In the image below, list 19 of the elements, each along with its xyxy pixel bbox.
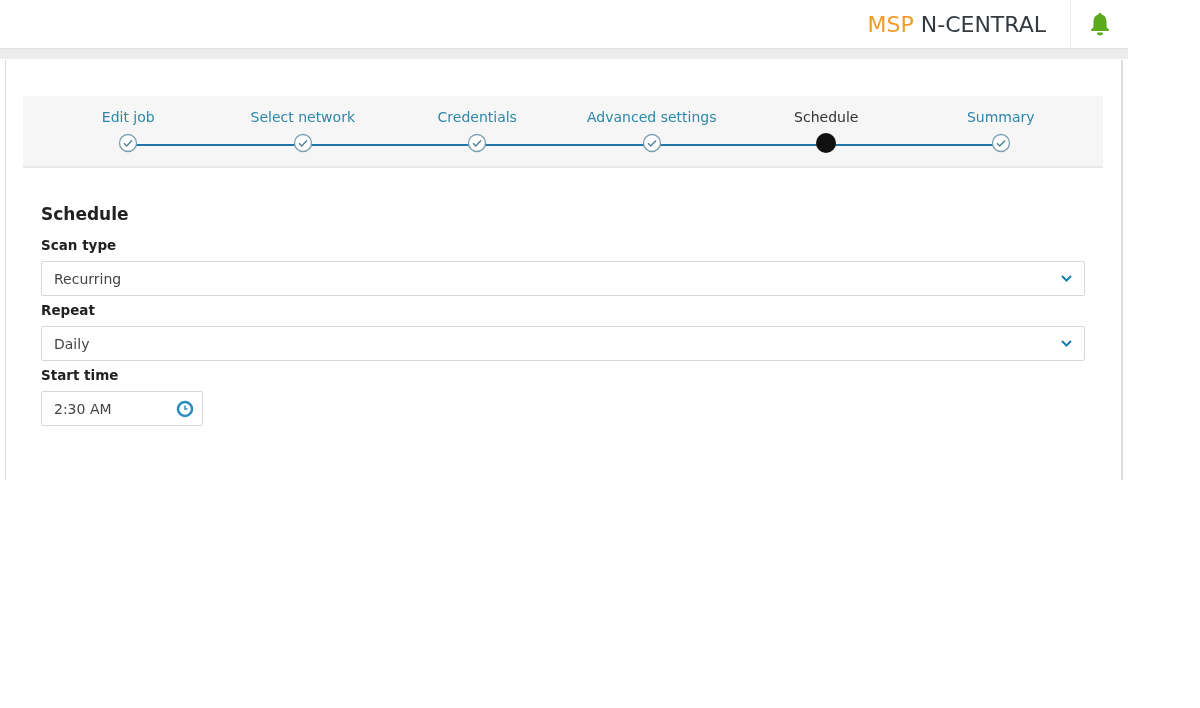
step-label[interactable]: Credentials [437,109,517,127]
notification-bell-icon[interactable] [1088,12,1111,36]
step-label[interactable]: Advanced settings [587,109,717,127]
section-title: Schedule [41,204,130,224]
step-label[interactable]: Schedule [794,109,859,127]
chevron-down-icon [1061,275,1072,282]
logo-name: N-CENTRAL [920,11,1046,37]
field-label: Scan type [41,237,118,253]
step-label[interactable]: Edit job [101,109,155,127]
chevron-down-icon [1061,340,1072,347]
dropdown-field[interactable]: Recurring [41,261,1085,296]
dropdown-field[interactable]: Daily [41,326,1085,361]
clock-icon[interactable] [176,399,194,418]
field-label: Repeat [41,302,96,318]
step-label[interactable]: Select network [250,109,355,127]
logo-prefix: MSP [867,11,914,37]
step-label[interactable]: Summary [966,109,1035,127]
field-label: Start time [41,367,120,383]
time-field[interactable]: 2:30 AM [41,391,203,426]
